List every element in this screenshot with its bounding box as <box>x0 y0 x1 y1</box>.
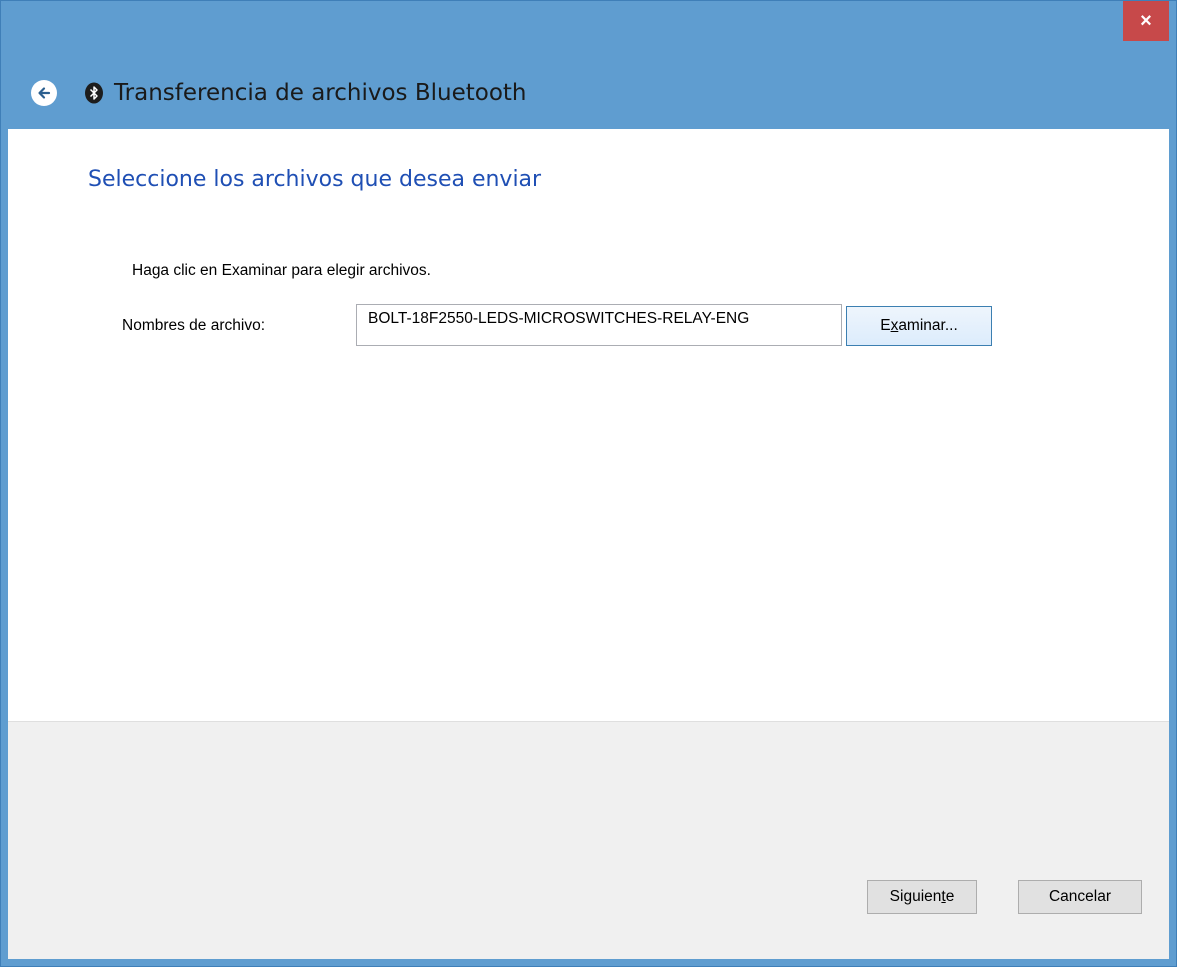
next-label-prefix: Siguien <box>889 888 942 905</box>
close-icon: × <box>1140 9 1152 32</box>
window-title: Transferencia de archivos Bluetooth <box>114 80 527 106</box>
page-heading: Seleccione los archivos que desea enviar <box>88 167 542 192</box>
next-button[interactable]: Siguien t e <box>867 880 977 914</box>
back-arrow-icon <box>38 87 51 99</box>
cancel-button[interactable]: Cancelar <box>1018 880 1142 914</box>
browse-label-suffix: aminar... <box>898 317 958 334</box>
bluetooth-transfer-window: × Transferencia de archivos Bluetooth Se… <box>0 0 1177 967</box>
filename-field[interactable] <box>356 304 842 346</box>
close-button[interactable]: × <box>1123 1 1169 41</box>
browse-access-key: x <box>890 317 899 334</box>
filename-label: Nombres de archivo: <box>122 317 266 334</box>
next-label-suffix: e <box>945 888 955 905</box>
wizard-footer <box>8 721 1169 959</box>
instruction-text: Haga clic en Examinar para elegir archiv… <box>132 262 431 279</box>
browse-label-prefix: E <box>880 317 891 334</box>
bluetooth-icon <box>83 82 105 104</box>
browse-button[interactable]: Ex aminar... <box>846 306 992 346</box>
back-button[interactable] <box>31 80 57 106</box>
window-header: Transferencia de archivos Bluetooth <box>31 73 527 113</box>
wizard-content: Seleccione los archivos que desea enviar… <box>8 129 1169 721</box>
